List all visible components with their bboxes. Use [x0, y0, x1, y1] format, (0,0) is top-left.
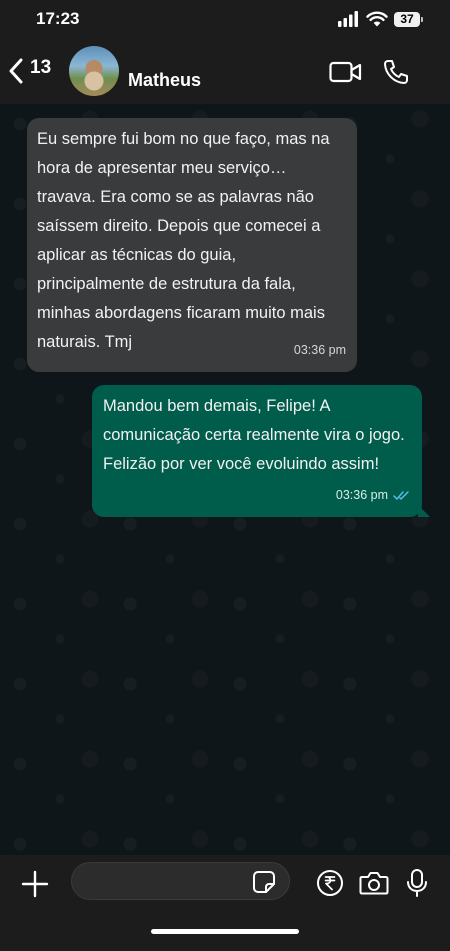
incoming-message[interactable]: Eu sempre fui bom no que faço, mas na ho… — [27, 118, 357, 372]
rupee-icon[interactable] — [316, 869, 344, 897]
message-text: Mandou bem demais, Felipe! A comunicação… — [103, 397, 405, 473]
chat-header: 13 Matheus — [0, 38, 450, 104]
video-camera-icon[interactable] — [329, 61, 362, 83]
plus-icon[interactable] — [20, 869, 50, 899]
microphone-icon[interactable] — [406, 868, 428, 898]
double-check-icon — [393, 490, 411, 501]
status-time: 17:23 — [36, 9, 80, 28]
whatsapp-chat-screen: 17:23 37 13 Matheus Eu sempre fui bom no… — [0, 0, 450, 951]
sticker-icon[interactable] — [252, 870, 276, 894]
message-input[interactable] — [86, 871, 250, 890]
message-text: Eu sempre fui bom no que faço, mas na ho… — [37, 130, 330, 351]
phone-icon[interactable] — [382, 58, 410, 86]
outgoing-message[interactable]: Mandou bem demais, Felipe! A comunicação… — [92, 385, 430, 517]
message-timestamp: 03:36 pm — [293, 343, 346, 357]
wifi-icon — [366, 11, 388, 27]
back-button[interactable]: 13 — [8, 56, 51, 86]
chevron-left-icon — [8, 58, 24, 84]
header-actions — [329, 58, 410, 86]
signal-icon — [338, 11, 360, 27]
message-time: 03:36 pm — [294, 336, 346, 365]
camera-icon[interactable] — [359, 870, 389, 896]
contact-name[interactable]: Matheus — [128, 70, 201, 91]
message-field[interactable] — [71, 862, 290, 900]
home-indicator[interactable] — [151, 929, 299, 934]
message-timestamp: 03:36 pm — [335, 488, 388, 502]
unread-count: 13 — [30, 57, 52, 78]
chat-area[interactable]: Eu sempre fui bom no que faço, mas na ho… — [0, 104, 450, 855]
avatar[interactable] — [69, 46, 119, 96]
status-icons: 37 — [338, 9, 423, 29]
battery-indicator: 37 — [394, 11, 423, 27]
message-time: 03:36 pm — [336, 481, 411, 510]
message-input-bar — [0, 855, 450, 951]
status-bar: 17:23 37 — [0, 0, 450, 38]
